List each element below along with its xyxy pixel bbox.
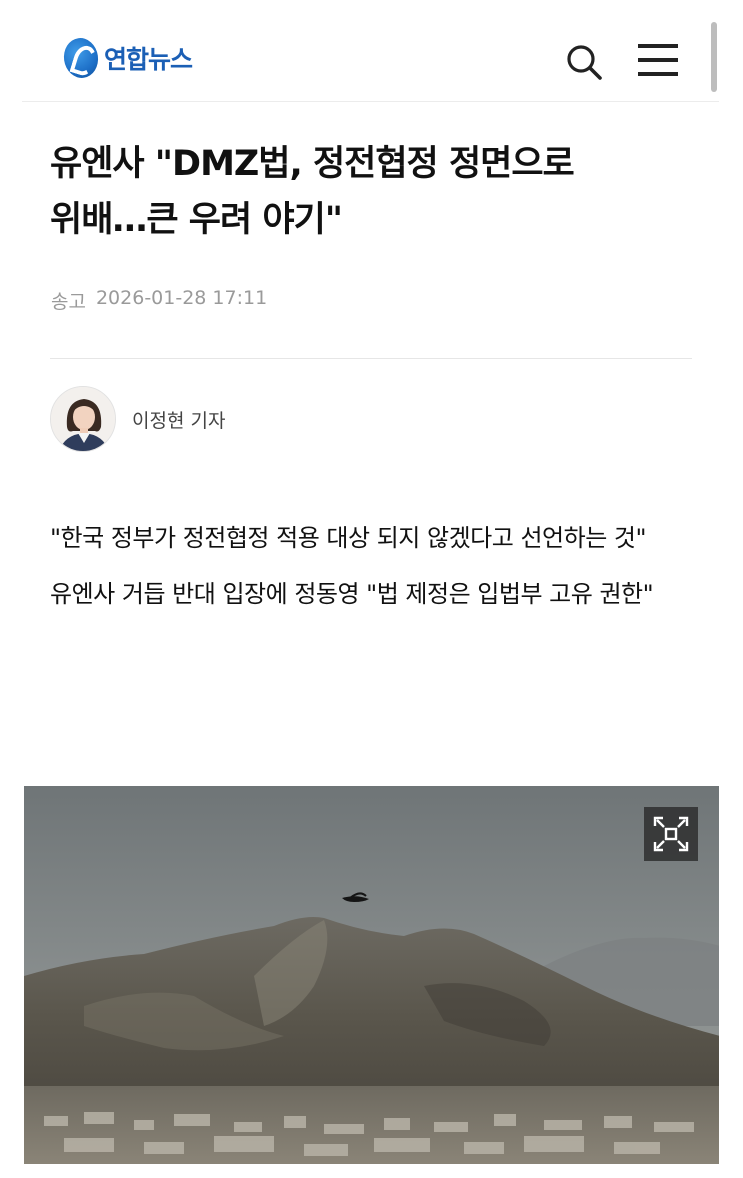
date-label: 송고 [51,291,86,313]
search-button[interactable] [564,42,604,82]
author-photo [51,387,115,451]
article-summary: "한국 정부가 정전협정 적용 대상 되지 않겠다고 선언하는 것" 유엔사 거… [50,514,690,626]
logo-mark-icon [61,35,101,81]
divider [50,358,692,359]
article-title-line-2: 위배…큰 우려 야기" [50,200,343,240]
search-icon [567,45,602,80]
scrollbar-thumb[interactable] [711,22,717,92]
article-dateline: 송고 2026-01-28 17:11 [51,287,267,314]
date-value: 2026-01-28 17:11 [95,287,268,309]
summary-line-2: 유엔사 거듭 반대 입장에 정동영 "법 제정은 입법부 고유 권한" [50,580,654,608]
right-margin [719,0,743,1178]
author-name[interactable]: 이정현 기자 [132,406,225,433]
site-header: 연합뉴스 [22,0,720,102]
logo-text: 연합뉴스 [104,45,193,74]
summary-line-1: "한국 정부가 정전협정 적용 대상 되지 않겠다고 선언하는 것" [50,524,647,552]
author-avatar[interactable] [50,386,116,452]
author-block[interactable]: 이정현 기자 [50,386,225,452]
photo-expand-button[interactable] [644,807,698,861]
article-title: 유엔사 "DMZ법, 정전협정 정면으로 위배…큰 우려 야기" [50,136,690,248]
article-title-line-1: 유엔사 "DMZ법, 정전협정 정면으로 [50,144,575,184]
page: 연합뉴스 유엔사 "DMZ법, 정전협정 정면으로 위배…큰 우려 야기" 송고… [0,0,743,1178]
site-logo[interactable]: 연합뉴스 [61,35,193,81]
expand-fullscreen-icon [653,816,689,852]
article-photo[interactable] [24,786,720,1164]
mountain-photo [24,786,720,1164]
menu-button[interactable] [636,42,680,78]
hamburger-menu-icon [638,44,678,76]
